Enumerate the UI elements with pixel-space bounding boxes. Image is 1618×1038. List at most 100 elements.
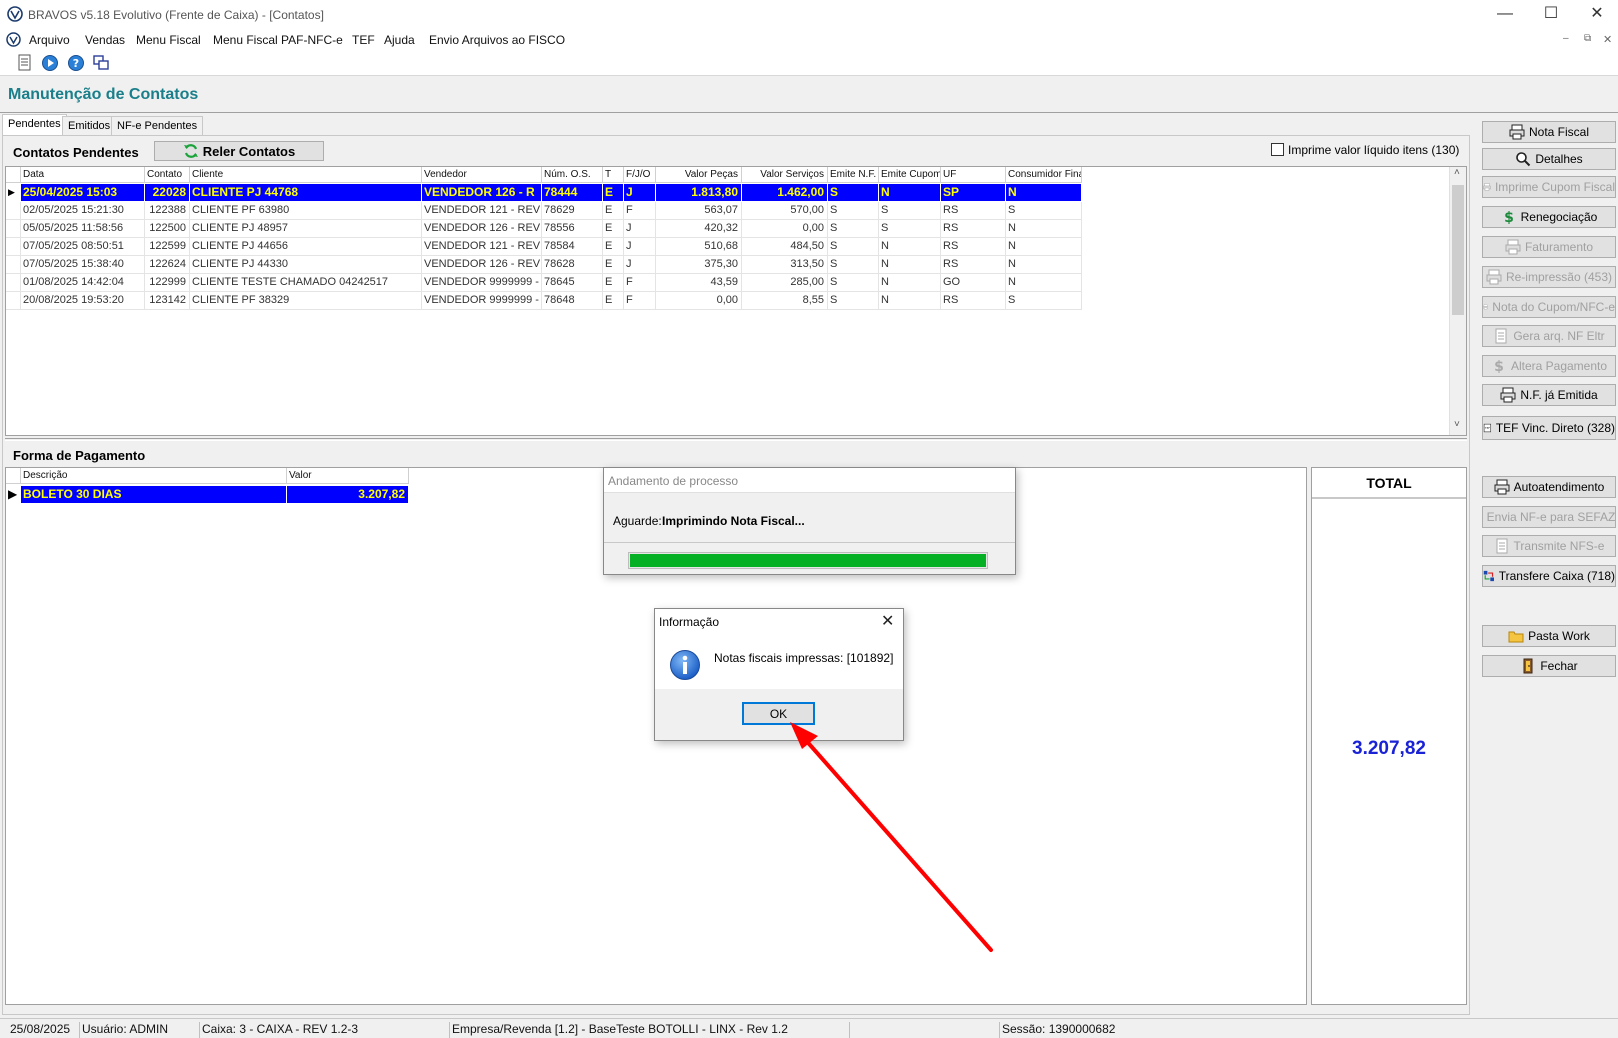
column-header-contato[interactable]: Contato (145, 167, 190, 183)
row-indicator-icon (6, 220, 21, 238)
printer-icon (1494, 479, 1510, 495)
column-header-valor-servicos[interactable]: Valor Serviços (742, 167, 828, 183)
mdi-close-button[interactable]: ✕ (1603, 33, 1612, 46)
contact-row[interactable]: 20/08/2025 19:53:20 123142 CLIENTE PF 3832… (6, 292, 1082, 310)
cell-valor-servicos: 285,00 (742, 274, 828, 292)
document-icon[interactable] (16, 54, 34, 72)
menu-envio-arquivos[interactable]: Envio Arquivos ao FISCO (429, 33, 565, 47)
faturamento-button[interactable]: Faturamento (1482, 236, 1616, 258)
tab-emitidos[interactable]: Emitidos (62, 116, 117, 135)
payment-header-indicator (6, 468, 21, 484)
door-icon (1523, 658, 1533, 674)
cell-contato: 122500 (145, 220, 190, 238)
column-header-descricao[interactable]: Descrição (21, 468, 287, 484)
minimize-button[interactable]: — (1482, 0, 1528, 30)
nota-do-cupom-nfc-e-button[interactable]: Nota do Cupom/NFC-e (1482, 296, 1616, 318)
detalhes-button[interactable]: Detalhes (1482, 148, 1616, 170)
windows-icon[interactable] (92, 54, 110, 72)
pasta-work-button[interactable]: Pasta Work (1482, 625, 1616, 647)
tab-pendentes[interactable]: Pendentes (2, 114, 67, 136)
nota-fiscal-button[interactable]: Nota Fiscal (1482, 121, 1616, 143)
help-icon[interactable]: ? (67, 54, 85, 72)
contacts-scrollbar[interactable]: ˄ ˅ (1449, 167, 1466, 435)
menu-menu-fiscal[interactable]: Menu Fiscal (136, 33, 201, 47)
column-header-emite-nf[interactable]: Emite N.F. (828, 167, 879, 183)
column-header-uf[interactable]: UF (941, 167, 1006, 183)
payment-row[interactable]: ▶ BOLETO 30 DIAS 3.207,82 (6, 486, 409, 504)
n-f-j-emitida-button[interactable]: N.F. já Emitida (1482, 384, 1616, 406)
scroll-up-icon[interactable]: ˄ (1454, 167, 1460, 178)
menu-ajuda[interactable]: Ajuda (384, 33, 415, 47)
column-header-cliente[interactable]: Cliente (190, 167, 422, 183)
column-header-emite-cupom[interactable]: Emite Cupom (879, 167, 941, 183)
contact-row[interactable]: ▶ 25/04/2025 15:03 22028 CLIENTE PJ 44768 VE… (6, 184, 1082, 202)
print-net-value-label: Imprime valor líquido itens (130) (1288, 143, 1460, 157)
scroll-down-icon[interactable]: ˅ (1454, 419, 1460, 430)
cell-emite-nf: S (828, 238, 879, 256)
scrollbar-thumb[interactable] (1452, 185, 1464, 315)
column-header-data[interactable]: Data (21, 167, 145, 183)
column-header-fjo[interactable]: F/J/O (624, 167, 656, 183)
menu-arquivo[interactable]: Arquivo (29, 33, 70, 47)
column-header-num-os[interactable]: Núm. O.S. (542, 167, 603, 183)
contact-row[interactable]: 05/05/2025 11:58:56 122500 CLIENTE PJ 4895… (6, 220, 1082, 238)
page-title: Manutenção de Contatos (8, 86, 199, 103)
cell-valor-pecas: 420,32 (656, 220, 742, 238)
info-dialog-title: Informação (659, 615, 720, 629)
cell-cliente: CLIENTE PJ 44768 (190, 184, 422, 202)
imprime-cupom-fiscal-button[interactable]: Imprime Cupom Fiscal (1482, 176, 1616, 198)
menu-vendas[interactable]: Vendas (85, 33, 125, 47)
menu-menu-fiscal-paf[interactable]: Menu Fiscal PAF-NFC-e (213, 33, 343, 47)
cell-cliente: CLIENTE PJ 44656 (190, 238, 422, 256)
column-header-vendedor[interactable]: Vendedor (422, 167, 542, 183)
menu-tef[interactable]: TEF (352, 33, 375, 47)
mdi-restore-button[interactable]: ⧉ (1584, 33, 1591, 44)
contact-row[interactable]: 01/08/2025 14:42:04 122999 CLIENTE TESTE C… (6, 274, 1082, 292)
cell-fjo: F (624, 202, 656, 220)
splitter[interactable] (5, 438, 1467, 441)
tab-nfe-pendentes[interactable]: NF-e Pendentes (111, 116, 204, 135)
close-window-button[interactable]: ✕ (1574, 0, 1618, 30)
side-button-label: TEF Vinc. Direto (328) (1495, 421, 1615, 435)
column-header-valor[interactable]: Valor (287, 468, 409, 484)
cell-cliente: CLIENTE PJ 48957 (190, 220, 422, 238)
cell-num-os: 78645 (542, 274, 603, 292)
altera-pagamento-button[interactable]: $ Altera Pagamento (1482, 355, 1616, 377)
column-header-t[interactable]: T (603, 167, 624, 183)
cell-num-os: 78444 (542, 184, 603, 202)
cell-fjo: J (624, 256, 656, 274)
reload-contacts-button[interactable]: Reler Contatos (154, 141, 324, 161)
row-indicator-icon (6, 202, 21, 220)
column-header-valor-pecas[interactable]: Valor Peças (656, 167, 742, 183)
print-net-value-checkbox[interactable] (1271, 143, 1284, 156)
info-dialog-close-button[interactable]: ✕ (881, 611, 894, 631)
side-button-label: Gera arq. NF Eltr (1513, 329, 1605, 343)
ok-button[interactable]: OK (742, 702, 815, 725)
progress-dialog-titlebar: Andamento de processo (604, 468, 1015, 493)
re-impress-o-453-button[interactable]: Re-impressão (453) (1482, 266, 1616, 288)
cell-data: 07/05/2025 15:38:40 (21, 256, 145, 274)
transfere-caixa-718-button[interactable]: Transfere Caixa (718) (1482, 565, 1616, 587)
envia-nf-e-para-sefaz-button[interactable]: Envia NF-e para SEFAZ (1482, 506, 1616, 528)
fechar-button[interactable]: Fechar (1482, 655, 1616, 677)
contact-row[interactable]: 02/05/2025 15:21:30 122388 CLIENTE PF 6398… (6, 202, 1082, 220)
transmite-nfs-e-button[interactable]: Transmite NFS-e (1482, 535, 1616, 557)
printer-icon (1505, 239, 1521, 255)
contact-row[interactable]: 07/05/2025 15:38:40 122624 CLIENTE PJ 4433… (6, 256, 1082, 274)
contact-row[interactable]: 07/05/2025 08:50:51 122599 CLIENTE PJ 4465… (6, 238, 1082, 256)
progress-bar (628, 552, 988, 569)
cell-fjo: J (624, 238, 656, 256)
cell-cliente: CLIENTE PF 38329 (190, 292, 422, 310)
tef-vinc-direto-328-button[interactable]: TEF TEF Vinc. Direto (328) (1482, 416, 1616, 440)
info-dialog: Informação ✕ Notas fiscais impressas: [1… (654, 608, 904, 741)
column-header-consumidor-final[interactable]: Consumidor Final (1006, 167, 1082, 183)
mdi-minimize-button[interactable]: – (1563, 33, 1569, 44)
gera-arq-nf-eltr-button[interactable]: Gera arq. NF Eltr (1482, 325, 1616, 347)
window-title: BRAVOS v5.18 Evolutivo (Frente de Caixa)… (28, 8, 324, 22)
renegocia-o-button[interactable]: $ Renegociação (1482, 206, 1616, 228)
page-header: Manutenção de Contatos (0, 77, 1618, 113)
cell-t: E (603, 256, 624, 274)
play-icon[interactable] (41, 54, 59, 72)
autoatendimento-button[interactable]: Autoatendimento (1482, 476, 1616, 498)
maximize-button[interactable]: ☐ (1528, 0, 1574, 30)
